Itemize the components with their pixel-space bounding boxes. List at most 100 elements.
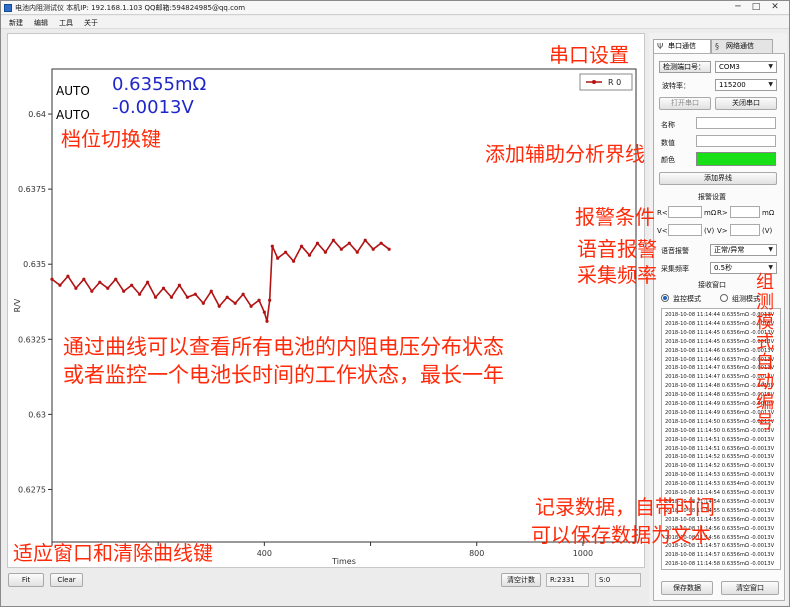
minimize-button[interactable]: ─	[731, 2, 745, 13]
data-point	[299, 244, 304, 248]
data-point	[355, 250, 359, 254]
data-point	[291, 259, 296, 263]
annotation-record-line1: 记录数据，自带时间	[535, 495, 715, 519]
menu-about[interactable]: 关于	[84, 18, 98, 28]
data-point	[106, 286, 110, 290]
tab-network[interactable]: § 网络通信	[711, 39, 773, 53]
annotation-curve-line1: 通过曲线可以查看所有电池的内阻电压分布状态	[63, 335, 504, 359]
annotation-alarm-cond: 报警条件	[575, 205, 655, 229]
data-point	[82, 277, 86, 281]
x-axis-label: Times	[331, 557, 356, 566]
annotation-voice-alarm: 语音报警	[577, 237, 657, 261]
close-button[interactable]: ✕	[768, 2, 782, 13]
port-select[interactable]: COM3 ▼	[715, 61, 777, 73]
alarm-settings-label: 报警设置	[698, 193, 726, 201]
v-gt-unit: (V)	[762, 227, 773, 235]
monitor-mode-radio[interactable]	[661, 294, 669, 302]
title-bar: 电池内阻测试仪 本机IP: 192.168.1.103 QQ邮箱:5948249…	[1, 1, 789, 15]
clear-count-button[interactable]: 清空计数	[501, 573, 541, 587]
line-name-input[interactable]	[696, 117, 776, 129]
log-line: 2018-10-08 11:14:51 0.6356mΩ -0.0013V	[665, 445, 775, 452]
voltage-readout: -0.0013V	[112, 97, 194, 118]
data-point	[371, 247, 375, 251]
data-point	[307, 253, 312, 257]
monitor-mode-label: 监控模式	[673, 295, 701, 303]
v-gt-label: V>	[717, 227, 728, 235]
menu-edit[interactable]: 编辑	[34, 18, 48, 28]
group-mode-radio[interactable]	[720, 294, 728, 302]
voice-alarm-label: 语音报警	[661, 247, 689, 255]
legend-label: R 0	[608, 78, 621, 87]
data-point	[145, 280, 150, 284]
usb-icon: Ψ	[657, 42, 664, 51]
data-point	[209, 289, 213, 293]
close-port-button[interactable]: 关闭串口	[715, 97, 777, 110]
log-line: 2018-10-08 11:14:58 0.6355mΩ -0.0013V	[665, 561, 775, 568]
y-tick-label: 0.635	[23, 260, 46, 269]
menu-bar: 新建 编辑 工具 关于	[1, 16, 789, 29]
r-count-field: R:2331	[546, 573, 589, 587]
v-min-input[interactable]	[668, 224, 702, 236]
log-line: 2018-10-08 11:14:51 0.6355mΩ -0.0013V	[665, 436, 775, 443]
data-point	[90, 289, 94, 293]
log-line: 2018-10-08 11:14:52 0.6355mΩ -0.0013V	[665, 454, 775, 461]
data-point	[177, 283, 182, 287]
y-axis-label: R/V	[13, 298, 22, 312]
y-tick-label: 0.6275	[18, 485, 46, 494]
data-point	[98, 280, 102, 284]
data-point	[257, 298, 261, 302]
data-point	[323, 250, 328, 254]
data-point	[114, 277, 118, 281]
clear-button[interactable]: Clear	[50, 573, 83, 587]
voice-alarm-value: 正常/异常	[714, 246, 745, 254]
annotation-fit-clear: 适应窗口和清除曲线键	[13, 541, 213, 565]
save-data-button[interactable]: 保存数据	[661, 581, 713, 595]
dropdown-arrow-icon: ▼	[768, 246, 773, 253]
tab-network-label: 网络通信	[726, 42, 754, 50]
freq-label: 采集频率	[661, 265, 689, 273]
data-point	[225, 295, 229, 299]
data-point	[262, 310, 266, 314]
port-value: COM3	[719, 63, 740, 71]
data-point	[339, 247, 343, 251]
app-window: 电池内阻测试仪 本机IP: 192.168.1.103 QQ邮箱:5948249…	[0, 0, 790, 607]
annotation-serial-setup: 串口设置	[549, 43, 629, 67]
data-point	[363, 238, 367, 242]
y-tick-label: 0.6325	[18, 335, 46, 344]
chart-svg[interactable]: 0.6275 0.63 0.6325 0.635 0.6375 0.64 400 800 100…	[8, 34, 644, 567]
voice-alarm-select[interactable]: 正常/异常 ▼	[710, 244, 777, 256]
detect-port-label: 检测端口号：	[663, 63, 705, 71]
r-lt-unit: mΩ	[704, 209, 717, 217]
data-point	[58, 283, 62, 287]
x-tick-label: 400	[257, 549, 272, 558]
annotation-freq: 采集频率	[577, 263, 657, 287]
r-max-input[interactable]	[730, 206, 760, 218]
clear-window-button[interactable]: 清空窗口	[721, 581, 779, 595]
tab-serial[interactable]: Ψ 串口通信	[653, 39, 711, 54]
menu-new[interactable]: 新建	[9, 18, 23, 28]
r-min-input[interactable]	[668, 206, 702, 218]
v-max-input[interactable]	[730, 224, 760, 236]
data-point	[161, 286, 166, 290]
menu-tools[interactable]: 工具	[59, 18, 73, 28]
network-icon: §	[715, 42, 719, 51]
detect-port-button[interactable]: 检测端口号：	[659, 61, 711, 73]
line-value-input[interactable]	[696, 135, 776, 147]
x-tick-label: 800	[469, 549, 484, 558]
range-auto-label-1: AUTO	[56, 84, 90, 98]
chart-area[interactable]: 0.6275 0.63 0.6325 0.635 0.6375 0.64 400 800 100…	[7, 33, 645, 568]
fit-button[interactable]: Fit	[8, 573, 44, 587]
add-line-button[interactable]: 添加界线	[659, 172, 777, 185]
y-tick-label: 0.6375	[18, 185, 46, 194]
open-port-button[interactable]: 打开串口	[659, 97, 711, 110]
legend-swatch-point	[592, 80, 596, 84]
log-line: 2018-10-08 11:14:53 0.6354mΩ -0.0013V	[665, 481, 775, 488]
line-color-swatch[interactable]	[696, 152, 776, 166]
data-point	[315, 241, 320, 245]
baud-select[interactable]: 115200 ▼	[715, 79, 777, 91]
baud-label: 波特率：	[662, 82, 690, 90]
annotation-curve-line2: 或者监控一个电池长时间的工作状态，最长一年	[63, 363, 504, 387]
data-point	[201, 301, 205, 305]
s-count-field: S:0	[595, 573, 641, 587]
maximize-button[interactable]: □	[749, 2, 763, 13]
